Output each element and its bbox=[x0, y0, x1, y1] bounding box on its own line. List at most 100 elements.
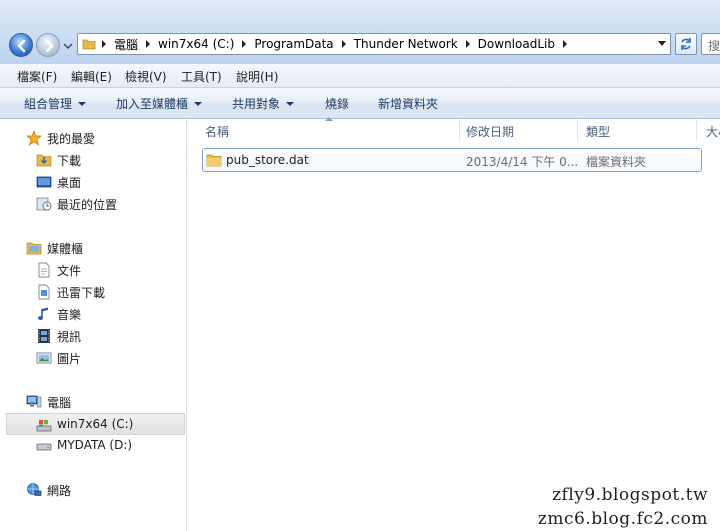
thunder-downloads-icon bbox=[38, 284, 50, 300]
nav-favorites-label: 我的最愛 bbox=[47, 132, 96, 146]
file-type: 檔案資料夾 bbox=[586, 155, 647, 169]
star-icon bbox=[26, 130, 42, 146]
menu-view[interactable]: 檢視(V) bbox=[125, 68, 167, 85]
breadcrumb-computer[interactable]: 電腦 bbox=[114, 36, 138, 53]
breadcrumb-separator-icon[interactable] bbox=[146, 40, 151, 48]
command-bar: 組合管理 加入至媒體櫃 共用對象 燒錄 新增資料夾 bbox=[0, 88, 720, 119]
drive-icon bbox=[36, 443, 52, 451]
column-header-modified[interactable]: 修改日期 bbox=[460, 119, 577, 141]
new-folder-button[interactable]: 新增資料夾 bbox=[378, 95, 438, 112]
computer-icon bbox=[26, 395, 42, 408]
breadcrumb-programdata[interactable]: ProgramData bbox=[254, 37, 333, 51]
nav-item-label: 下載 bbox=[57, 154, 82, 168]
menu-tools[interactable]: 工具(T) bbox=[181, 68, 222, 85]
breadcrumb-separator-icon[interactable] bbox=[341, 40, 346, 48]
nav-item-music[interactable]: 音樂 bbox=[0, 303, 186, 325]
refresh-icon bbox=[681, 38, 691, 50]
nav-network-label: 網路 bbox=[47, 484, 72, 498]
video-film-icon bbox=[38, 329, 50, 343]
menu-edit[interactable]: 編輯(E) bbox=[71, 68, 112, 85]
breadcrumb-drive-c[interactable]: win7x64 (C:) bbox=[158, 37, 234, 51]
burn-button[interactable]: 燒錄 bbox=[325, 95, 349, 112]
downloads-folder-icon bbox=[36, 154, 52, 167]
nav-item-label: 視訊 bbox=[57, 330, 82, 344]
nav-favorites[interactable]: 我的最愛 bbox=[0, 127, 186, 149]
breadcrumb-separator-icon[interactable] bbox=[102, 40, 106, 48]
file-modified-date: 2013/4/14 下午 0... bbox=[466, 155, 579, 169]
share-with-button[interactable]: 共用對象 bbox=[232, 95, 295, 112]
back-button[interactable] bbox=[9, 33, 33, 57]
nav-item-downloads[interactable]: 下載 bbox=[0, 149, 186, 171]
arrow-left-icon bbox=[17, 39, 26, 53]
nav-computer-label: 電腦 bbox=[47, 396, 72, 410]
nav-item-label: 最近的位置 bbox=[57, 198, 118, 212]
watermark-text: zmc6.blog.fc2.com bbox=[537, 509, 708, 529]
menu-help[interactable]: 說明(H) bbox=[236, 68, 278, 85]
address-bar[interactable]: 電腦 win7x64 (C:) ProgramData Thunder Netw… bbox=[77, 33, 671, 55]
nav-libraries[interactable]: 媒體櫃 bbox=[0, 237, 186, 259]
breadcrumb: 電腦 win7x64 (C:) ProgramData Thunder Netw… bbox=[102, 34, 575, 54]
breadcrumb-thunder-network[interactable]: Thunder Network bbox=[354, 37, 458, 51]
nav-item-recent-places[interactable]: 最近的位置 bbox=[0, 193, 186, 215]
breadcrumb-downloadlib[interactable]: DownloadLib bbox=[478, 37, 555, 51]
organize-button[interactable]: 組合管理 bbox=[24, 95, 87, 112]
organize-label: 組合管理 bbox=[24, 97, 73, 111]
arrow-right-icon bbox=[45, 39, 54, 53]
nav-item-label: 桌面 bbox=[57, 176, 82, 190]
nav-item-label: 音樂 bbox=[57, 308, 82, 322]
column-header-modified-label: 修改日期 bbox=[466, 125, 515, 139]
folder-icon bbox=[206, 154, 222, 167]
nav-network[interactable]: 網路 bbox=[0, 479, 186, 501]
column-header-type[interactable]: 類型 bbox=[578, 119, 696, 141]
recent-places-icon bbox=[36, 197, 52, 211]
nav-item-pictures[interactable]: 圖片 bbox=[0, 347, 186, 369]
table-row[interactable]: pub_store.dat 2013/4/14 下午 0... 檔案資料夾 bbox=[202, 148, 702, 172]
nav-item-label: 圖片 bbox=[57, 352, 82, 366]
nav-computer[interactable]: 電腦 bbox=[0, 391, 186, 413]
system-drive-icon bbox=[36, 420, 52, 432]
include-in-library-label: 加入至媒體櫃 bbox=[116, 97, 189, 111]
menu-bar: 檔案(F) 編輯(E) 檢視(V) 工具(T) 說明(H) bbox=[0, 64, 720, 88]
address-history-dropdown-icon[interactable] bbox=[658, 41, 666, 46]
libraries-icon bbox=[26, 242, 42, 255]
column-header-name-label: 名稱 bbox=[205, 125, 230, 139]
navigation-pane: 我的最愛 下載 桌面 最近的位置 媒體櫃 文件 迅雷下載 音樂 視訊 圖片 電腦… bbox=[0, 119, 187, 531]
music-note-icon bbox=[38, 307, 48, 320]
address-toolbar: 電腦 win7x64 (C:) ProgramData Thunder Netw… bbox=[0, 0, 720, 64]
nav-item-desktop[interactable]: 桌面 bbox=[0, 171, 186, 193]
nav-item-label: 文件 bbox=[57, 264, 82, 278]
file-list-pane: 名稱 修改日期 類型 大小 pub_store.dat 2013/4/14 下午… bbox=[187, 117, 720, 531]
include-in-library-button[interactable]: 加入至媒體櫃 bbox=[116, 95, 203, 112]
nav-item-label: MYDATA (D:) bbox=[57, 438, 133, 452]
nav-item-videos[interactable]: 視訊 bbox=[0, 325, 186, 347]
dropdown-caret-icon bbox=[286, 101, 295, 106]
network-icon bbox=[27, 483, 42, 496]
nav-item-label: 迅雷下載 bbox=[57, 286, 106, 300]
breadcrumb-separator-icon[interactable] bbox=[562, 40, 567, 48]
nav-item-label: win7x64 (C:) bbox=[57, 417, 134, 431]
pictures-icon bbox=[36, 352, 52, 364]
nav-item-drive-c[interactable]: win7x64 (C:) bbox=[6, 413, 185, 435]
forward-button[interactable] bbox=[36, 33, 60, 57]
desktop-icon bbox=[36, 176, 52, 188]
refresh-button[interactable] bbox=[675, 33, 697, 55]
search-input[interactable]: 搜 bbox=[701, 33, 720, 55]
documents-icon bbox=[38, 262, 50, 278]
folder-icon bbox=[82, 39, 96, 50]
nav-item-documents[interactable]: 文件 bbox=[0, 259, 186, 281]
file-name: pub_store.dat bbox=[226, 153, 309, 167]
breadcrumb-separator-icon[interactable] bbox=[465, 40, 470, 48]
nav-libraries-label: 媒體櫃 bbox=[47, 242, 84, 256]
column-header-name[interactable]: 名稱 bbox=[187, 117, 459, 141]
menu-file[interactable]: 檔案(F) bbox=[17, 68, 57, 85]
watermark-text: zfly9.blogspot.tw bbox=[552, 485, 708, 505]
column-header-size[interactable]: 大小 bbox=[697, 119, 720, 141]
dropdown-caret-icon bbox=[194, 101, 203, 106]
sort-ascending-icon bbox=[325, 117, 333, 121]
nav-item-thunder-downloads[interactable]: 迅雷下載 bbox=[0, 281, 186, 303]
recent-pages-chevron-icon[interactable] bbox=[63, 42, 73, 50]
share-with-label: 共用對象 bbox=[232, 97, 281, 111]
nav-item-drive-d[interactable]: MYDATA (D:) bbox=[0, 435, 186, 457]
breadcrumb-separator-icon[interactable] bbox=[242, 40, 247, 48]
column-header-size-label: 大小 bbox=[706, 125, 720, 139]
